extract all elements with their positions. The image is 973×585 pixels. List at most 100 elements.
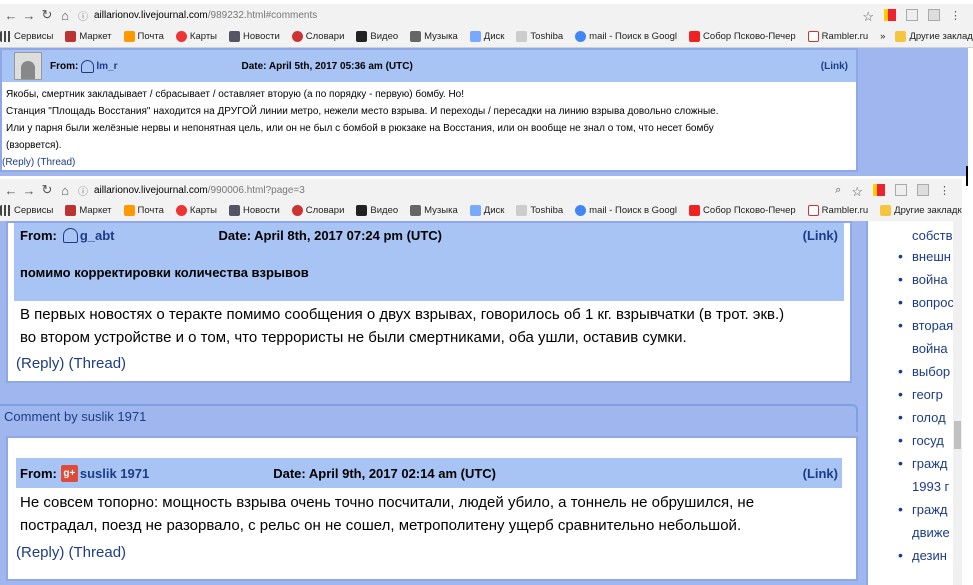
yandex-icon xyxy=(689,31,701,42)
thread-link[interactable]: (Thread) xyxy=(37,157,75,168)
info-icon[interactable]: ⓘ xyxy=(78,8,88,23)
username-link[interactable]: suslik 1971 xyxy=(80,466,149,481)
other-bookmarks[interactable]: Другие закладки xyxy=(880,205,962,216)
star-icon[interactable]: ☆ xyxy=(862,9,874,24)
extension-k-icon[interactable] xyxy=(906,9,918,21)
video-icon xyxy=(356,31,368,42)
extension-kl-icon[interactable] xyxy=(928,9,940,21)
reply-link[interactable]: (Reply) xyxy=(2,157,34,168)
bookmark-video[interactable]: Видео xyxy=(356,31,398,42)
top-comment-body: Якобы, смертник закладывает / сбрасывает… xyxy=(2,82,856,154)
bookmark-services[interactable]: Сервисы xyxy=(0,205,53,216)
extension-k-icon[interactable] xyxy=(895,184,907,196)
scrollbar-thumb[interactable] xyxy=(954,421,961,449)
bookmark-google-mail[interactable]: mail - Поиск в Googl xyxy=(575,205,677,216)
extensions: ☆ ⋮ xyxy=(862,9,961,24)
link-link[interactable]: (Link) xyxy=(803,466,838,481)
bookmark-toshiba[interactable]: Toshiba xyxy=(516,31,563,42)
market-icon xyxy=(65,31,77,42)
bookmark-market[interactable]: Маркет xyxy=(65,205,112,216)
reload-icon[interactable]: ↻ xyxy=(40,182,54,198)
toshiba-icon xyxy=(516,205,528,216)
comment-line: В первых новостях о теракте помимо сообщ… xyxy=(20,306,785,323)
bookmark-video[interactable]: Видео xyxy=(356,205,398,216)
extension-kl-icon[interactable] xyxy=(917,184,929,196)
comment-subject: помимо корректировки количества взрывов xyxy=(20,265,309,280)
comment-body: Не совсем топорно: мощность взрыва очень… xyxy=(20,491,754,537)
menu-icon[interactable]: ⋮ xyxy=(939,184,950,197)
reply-link[interactable]: (Reply) xyxy=(16,355,64,372)
forward-icon[interactable]: → xyxy=(22,8,36,23)
folder-icon xyxy=(895,31,907,42)
bookmark-market[interactable]: Маркет xyxy=(65,31,112,42)
map-pin-icon xyxy=(175,31,187,42)
comment-actions: (Reply) (Thread) xyxy=(16,352,126,375)
extension-flag-icon[interactable] xyxy=(884,9,896,21)
extensions: ⌕ ☆ ⋮ xyxy=(835,184,950,199)
back-icon[interactable]: ← xyxy=(4,8,18,23)
sidebar-partial-item: собств xyxy=(912,228,953,243)
bookmark-toshiba[interactable]: Toshiba xyxy=(516,205,563,216)
bookmark-maps[interactable]: Карты xyxy=(175,31,217,42)
comment-date: Date: April 8th, 2017 07:24 pm (UTC) xyxy=(218,227,442,243)
username-link[interactable]: lm_r xyxy=(96,61,117,72)
comment-panel-g-abt: From: g_abt Date: April 8th, 2017 07:24 … xyxy=(6,221,852,383)
bookmark-dictionaries[interactable]: Словари xyxy=(291,205,344,216)
sidebar-tags: собств внешн война вопрос вторая война в… xyxy=(866,221,962,585)
bookmark-music[interactable]: Музыка xyxy=(410,205,458,216)
scrollbar[interactable] xyxy=(953,221,962,585)
thread-link[interactable]: (Thread) xyxy=(69,355,127,372)
bookmark-music[interactable]: Музыка xyxy=(410,31,458,42)
bookmark-news[interactable]: Новости xyxy=(229,205,280,216)
back-icon[interactable]: ← xyxy=(4,183,18,198)
home-icon[interactable]: ⌂ xyxy=(58,183,72,198)
link-link[interactable]: (Link) xyxy=(803,228,838,243)
reload-icon[interactable]: ↻ xyxy=(40,7,54,23)
bookmark-mail[interactable]: Почта xyxy=(123,31,164,42)
star-icon[interactable]: ☆ xyxy=(851,184,863,199)
bookmark-disk[interactable]: Диск xyxy=(469,31,504,42)
bookmark-sobor[interactable]: Собор Псково-Печер xyxy=(689,31,796,42)
thread-link[interactable]: (Thread) xyxy=(69,544,127,561)
yandex-icon xyxy=(689,205,701,216)
mail-icon xyxy=(123,205,135,216)
url-host: aillarionov.livejournal.com xyxy=(94,184,208,196)
bookmark-mail[interactable]: Почта xyxy=(123,205,164,216)
bookmark-google-mail[interactable]: mail - Поиск в Googl xyxy=(575,31,677,42)
folder-icon xyxy=(880,205,892,216)
bookmark-sobor[interactable]: Собор Псково-Печер xyxy=(689,205,796,216)
rambler-icon xyxy=(807,31,819,42)
extension-flag-icon[interactable] xyxy=(873,184,885,196)
reply-link[interactable]: (Reply) xyxy=(16,544,64,561)
comment-actions: (Reply) (Thread) xyxy=(16,541,126,564)
bookmark-rambler[interactable]: Rambler.ru xyxy=(807,31,868,42)
link-link[interactable]: (Link) xyxy=(821,61,848,72)
bookmark-rambler[interactable]: Rambler.ru xyxy=(807,205,868,216)
top-address-bar[interactable]: ⓘ aillarionov.livejournal.com/989232.htm… xyxy=(78,6,862,24)
avatar xyxy=(14,52,42,80)
bookmark-dictionaries[interactable]: Словари xyxy=(291,31,344,42)
comment-line: Станция "Площадь Восстания" находится на… xyxy=(6,106,719,117)
bookmark-services[interactable]: Сервисы xyxy=(0,31,53,42)
bottom-address-bar[interactable]: ⓘ aillarionov.livejournal.com/990006.htm… xyxy=(78,181,835,199)
bookmark-maps[interactable]: Карты xyxy=(175,205,217,216)
username-link[interactable]: g_abt xyxy=(80,228,115,243)
dictionary-icon xyxy=(291,31,303,42)
top-comment-panel: From: lm_r Date: April 5th, 2017 05:36 a… xyxy=(0,48,858,172)
toshiba-icon xyxy=(516,31,528,42)
comment-by-heading: Comment by suslik 1971 xyxy=(0,404,858,432)
comment-line: Якобы, смертник закладывает / сбрасывает… xyxy=(6,89,465,100)
chevron-right-icon: » xyxy=(880,31,886,42)
info-icon[interactable]: ⓘ xyxy=(78,183,88,198)
home-icon[interactable]: ⌂ xyxy=(58,8,72,23)
forward-icon[interactable]: → xyxy=(22,183,36,198)
menu-icon[interactable]: ⋮ xyxy=(950,9,961,22)
video-icon xyxy=(356,205,368,216)
top-comment-actions: (Reply) (Thread) xyxy=(2,154,856,171)
other-bookmarks[interactable]: »Другие закладки xyxy=(880,31,973,42)
top-bookmarks-bar: Сервисы Маркет Почта Карты Новости Слова… xyxy=(0,26,973,48)
bookmark-news[interactable]: Новости xyxy=(229,31,280,42)
bookmark-disk[interactable]: Диск xyxy=(469,205,504,216)
from-label: From: xyxy=(50,60,79,72)
zoom-icon[interactable]: ⌕ xyxy=(835,184,841,196)
